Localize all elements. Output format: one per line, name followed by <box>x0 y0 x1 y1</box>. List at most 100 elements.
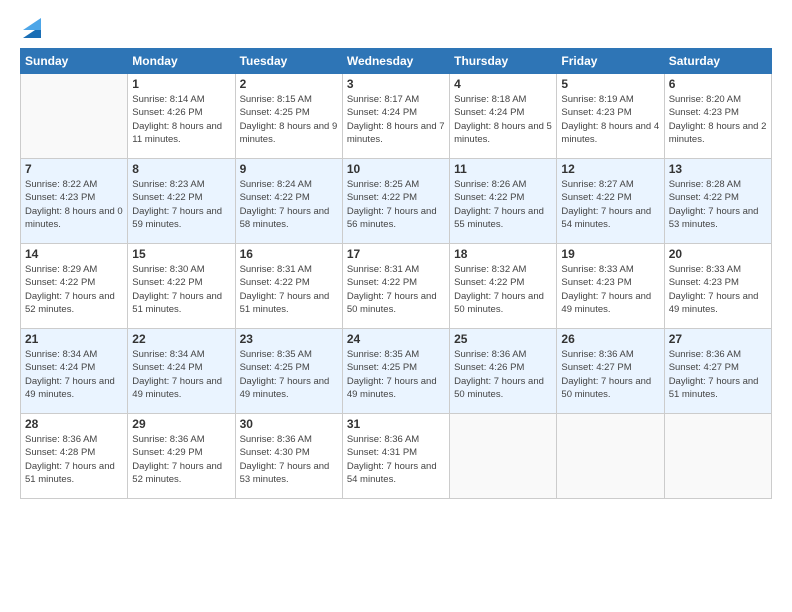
day-info: Sunrise: 8:26 AMSunset: 4:22 PMDaylight:… <box>454 178 552 231</box>
day-number: 28 <box>25 417 123 431</box>
day-info: Sunrise: 8:31 AMSunset: 4:22 PMDaylight:… <box>347 263 445 316</box>
day-number: 30 <box>240 417 338 431</box>
calendar-cell: 8 Sunrise: 8:23 AMSunset: 4:22 PMDaylight… <box>128 159 235 244</box>
day-number: 26 <box>561 332 659 346</box>
day-info: Sunrise: 8:36 AMSunset: 4:29 PMDaylight:… <box>132 433 230 486</box>
day-info: Sunrise: 8:29 AMSunset: 4:22 PMDaylight:… <box>25 263 123 316</box>
day-info: Sunrise: 8:25 AMSunset: 4:22 PMDaylight:… <box>347 178 445 231</box>
calendar-cell: 7 Sunrise: 8:22 AMSunset: 4:23 PMDaylight… <box>21 159 128 244</box>
calendar-cell: 25Sunrise: 8:36 AMSunset: 4:26 PMDayligh… <box>450 329 557 414</box>
day-number: 6 <box>669 77 767 91</box>
calendar-cell: 28 Sunrise: 8:36 AMSunset: 4:28 PMDayligh… <box>21 414 128 499</box>
day-info: Sunrise: 8:34 AMSunset: 4:24 PMDaylight:… <box>25 348 123 401</box>
weekday-header-monday: Monday <box>128 49 235 74</box>
day-number: 3 <box>347 77 445 91</box>
calendar-cell: 30 Sunrise: 8:36 AMSunset: 4:30 PMDayligh… <box>235 414 342 499</box>
calendar-week-4: 21 Sunrise: 8:34 AMSunset: 4:24 PMDayligh… <box>21 329 772 414</box>
calendar-cell: 19 Sunrise: 8:33 AMSunset: 4:23 PMDayligh… <box>557 244 664 329</box>
calendar-cell: 23 Sunrise: 8:35 AMSunset: 4:25 PMDayligh… <box>235 329 342 414</box>
calendar-table: SundayMondayTuesdayWednesdayThursdayFrid… <box>20 48 772 499</box>
calendar-cell: 3 Sunrise: 8:17 AMSunset: 4:24 PMDaylight… <box>342 74 449 159</box>
calendar-cell: 27Sunrise: 8:36 AMSunset: 4:27 PMDayligh… <box>664 329 771 414</box>
calendar-cell: 6 Sunrise: 8:20 AMSunset: 4:23 PMDaylight… <box>664 74 771 159</box>
calendar-cell: 29Sunrise: 8:36 AMSunset: 4:29 PMDayligh… <box>128 414 235 499</box>
day-info: Sunrise: 8:32 AMSunset: 4:22 PMDaylight:… <box>454 263 552 316</box>
calendar-cell: 2 Sunrise: 8:15 AMSunset: 4:25 PMDaylight… <box>235 74 342 159</box>
day-number: 22 <box>132 332 230 346</box>
day-info: Sunrise: 8:35 AMSunset: 4:25 PMDaylight:… <box>347 348 445 401</box>
day-info: Sunrise: 8:36 AMSunset: 4:30 PMDaylight:… <box>240 433 338 486</box>
day-number: 23 <box>240 332 338 346</box>
day-info: Sunrise: 8:30 AMSunset: 4:22 PMDaylight:… <box>132 263 230 316</box>
day-info: Sunrise: 8:24 AMSunset: 4:22 PMDaylight:… <box>240 178 338 231</box>
calendar-cell: 16 Sunrise: 8:31 AMSunset: 4:22 PMDayligh… <box>235 244 342 329</box>
day-number: 10 <box>347 162 445 176</box>
page: SundayMondayTuesdayWednesdayThursdayFrid… <box>0 0 792 612</box>
day-info: Sunrise: 8:31 AMSunset: 4:22 PMDaylight:… <box>240 263 338 316</box>
day-number: 2 <box>240 77 338 91</box>
calendar-cell: 31 Sunrise: 8:36 AMSunset: 4:31 PMDayligh… <box>342 414 449 499</box>
day-number: 21 <box>25 332 123 346</box>
day-info: Sunrise: 8:28 AMSunset: 4:22 PMDaylight:… <box>669 178 767 231</box>
calendar-cell: 12Sunrise: 8:27 AMSunset: 4:22 PMDayligh… <box>557 159 664 244</box>
weekday-header-wednesday: Wednesday <box>342 49 449 74</box>
calendar-week-1: 1Sunrise: 8:14 AMSunset: 4:26 PMDaylight… <box>21 74 772 159</box>
calendar-cell: 10 Sunrise: 8:25 AMSunset: 4:22 PMDayligh… <box>342 159 449 244</box>
day-info: Sunrise: 8:22 AMSunset: 4:23 PMDaylight:… <box>25 178 123 231</box>
day-info: Sunrise: 8:14 AMSunset: 4:26 PMDaylight:… <box>132 93 230 146</box>
day-info: Sunrise: 8:19 AMSunset: 4:23 PMDaylight:… <box>561 93 659 146</box>
weekday-header-friday: Friday <box>557 49 664 74</box>
day-number: 8 <box>132 162 230 176</box>
day-info: Sunrise: 8:36 AMSunset: 4:31 PMDaylight:… <box>347 433 445 486</box>
calendar-week-2: 7 Sunrise: 8:22 AMSunset: 4:23 PMDaylight… <box>21 159 772 244</box>
day-number: 5 <box>561 77 659 91</box>
calendar-cell: 13Sunrise: 8:28 AMSunset: 4:22 PMDayligh… <box>664 159 771 244</box>
day-number: 25 <box>454 332 552 346</box>
day-info: Sunrise: 8:35 AMSunset: 4:25 PMDaylight:… <box>240 348 338 401</box>
day-number: 31 <box>347 417 445 431</box>
day-info: Sunrise: 8:20 AMSunset: 4:23 PMDaylight:… <box>669 93 767 146</box>
weekday-header-sunday: Sunday <box>21 49 128 74</box>
calendar-cell: 9 Sunrise: 8:24 AMSunset: 4:22 PMDaylight… <box>235 159 342 244</box>
day-number: 14 <box>25 247 123 261</box>
day-number: 24 <box>347 332 445 346</box>
header <box>20 18 772 38</box>
day-info: Sunrise: 8:36 AMSunset: 4:27 PMDaylight:… <box>669 348 767 401</box>
day-info: Sunrise: 8:33 AMSunset: 4:23 PMDaylight:… <box>669 263 767 316</box>
calendar-cell: 11 Sunrise: 8:26 AMSunset: 4:22 PMDayligh… <box>450 159 557 244</box>
day-number: 4 <box>454 77 552 91</box>
day-info: Sunrise: 8:36 AMSunset: 4:27 PMDaylight:… <box>561 348 659 401</box>
calendar-cell <box>450 414 557 499</box>
calendar-cell: 14 Sunrise: 8:29 AMSunset: 4:22 PMDayligh… <box>21 244 128 329</box>
calendar-cell <box>21 74 128 159</box>
calendar-cell <box>557 414 664 499</box>
day-info: Sunrise: 8:23 AMSunset: 4:22 PMDaylight:… <box>132 178 230 231</box>
logo <box>20 18 41 38</box>
day-info: Sunrise: 8:17 AMSunset: 4:24 PMDaylight:… <box>347 93 445 146</box>
calendar-cell <box>664 414 771 499</box>
day-number: 9 <box>240 162 338 176</box>
day-info: Sunrise: 8:27 AMSunset: 4:22 PMDaylight:… <box>561 178 659 231</box>
weekday-header-saturday: Saturday <box>664 49 771 74</box>
calendar-week-5: 28 Sunrise: 8:36 AMSunset: 4:28 PMDayligh… <box>21 414 772 499</box>
day-number: 18 <box>454 247 552 261</box>
logo-icon <box>23 16 41 38</box>
calendar-cell: 15 Sunrise: 8:30 AMSunset: 4:22 PMDayligh… <box>128 244 235 329</box>
day-info: Sunrise: 8:18 AMSunset: 4:24 PMDaylight:… <box>454 93 552 146</box>
day-info: Sunrise: 8:36 AMSunset: 4:28 PMDaylight:… <box>25 433 123 486</box>
day-info: Sunrise: 8:33 AMSunset: 4:23 PMDaylight:… <box>561 263 659 316</box>
weekday-header-tuesday: Tuesday <box>235 49 342 74</box>
calendar-cell: 1Sunrise: 8:14 AMSunset: 4:26 PMDaylight… <box>128 74 235 159</box>
day-info: Sunrise: 8:34 AMSunset: 4:24 PMDaylight:… <box>132 348 230 401</box>
calendar-cell: 5 Sunrise: 8:19 AMSunset: 4:23 PMDaylight… <box>557 74 664 159</box>
day-number: 11 <box>454 162 552 176</box>
day-number: 16 <box>240 247 338 261</box>
calendar-header-row: SundayMondayTuesdayWednesdayThursdayFrid… <box>21 49 772 74</box>
weekday-header-thursday: Thursday <box>450 49 557 74</box>
day-number: 19 <box>561 247 659 261</box>
day-number: 17 <box>347 247 445 261</box>
day-info: Sunrise: 8:15 AMSunset: 4:25 PMDaylight:… <box>240 93 338 146</box>
calendar-cell: 17 Sunrise: 8:31 AMSunset: 4:22 PMDayligh… <box>342 244 449 329</box>
day-number: 7 <box>25 162 123 176</box>
day-number: 15 <box>132 247 230 261</box>
